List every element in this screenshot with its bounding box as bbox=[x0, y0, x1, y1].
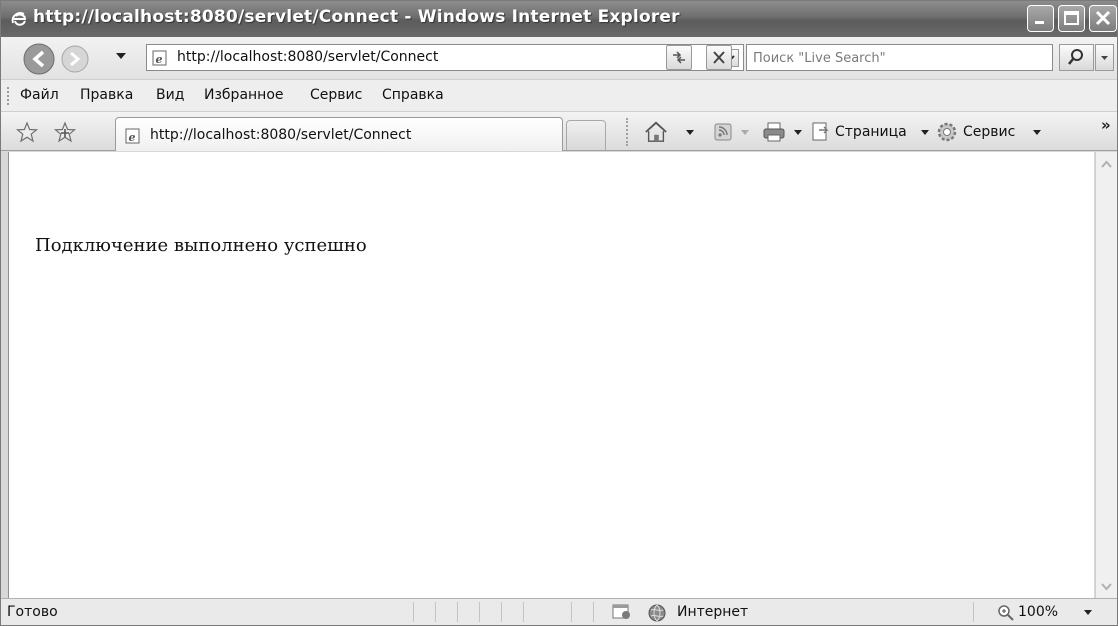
window-title: http://localhost:8080/servlet/Connect - … bbox=[33, 7, 680, 27]
ie-logo-icon bbox=[11, 12, 27, 26]
status-pane bbox=[501, 602, 502, 622]
forward-icon[interactable] bbox=[61, 45, 89, 73]
print-dropdown-icon[interactable] bbox=[794, 130, 802, 135]
page-menu-label[interactable]: Страница bbox=[835, 124, 907, 140]
stop-icon bbox=[713, 51, 725, 64]
scroll-up-icon[interactable] bbox=[1096, 154, 1117, 174]
refresh-button[interactable] bbox=[666, 45, 692, 70]
stop-button[interactable] bbox=[706, 45, 732, 70]
navigation-bar: e http://localhost:8080/servlet/Connect bbox=[1, 37, 1117, 79]
status-pane bbox=[435, 602, 436, 622]
browser-window: http://localhost:8080/servlet/Connect - … bbox=[0, 0, 1118, 626]
rss-icon[interactable] bbox=[713, 120, 735, 144]
menu-edit[interactable]: Правка bbox=[80, 87, 133, 103]
star-icon[interactable] bbox=[15, 121, 39, 143]
search-button[interactable] bbox=[1059, 44, 1094, 71]
gear-icon[interactable] bbox=[935, 120, 959, 144]
page-menu-icon[interactable] bbox=[809, 120, 833, 144]
maximize-button[interactable] bbox=[1058, 5, 1085, 32]
menu-view[interactable]: Вид bbox=[156, 87, 184, 103]
page-icon: e bbox=[125, 128, 140, 144]
menu-help[interactable]: Справка bbox=[382, 87, 444, 103]
back-icon[interactable] bbox=[23, 43, 55, 75]
address-url[interactable]: http://localhost:8080/servlet/Connect bbox=[177, 49, 438, 65]
favorites-bar: e http://localhost:8080/servlet/Connect bbox=[1, 111, 1117, 151]
close-button[interactable] bbox=[1089, 5, 1117, 32]
svg-text:e: e bbox=[156, 53, 163, 66]
status-pane bbox=[479, 602, 480, 622]
minimize-icon bbox=[1035, 21, 1044, 24]
status-pane bbox=[457, 602, 458, 622]
tools-menu-dropdown-icon[interactable] bbox=[1033, 130, 1041, 135]
globe-icon bbox=[648, 604, 666, 622]
recent-pages-dropdown-icon[interactable] bbox=[115, 51, 127, 61]
page-icon: e bbox=[152, 50, 167, 66]
zoom-dropdown-icon[interactable] bbox=[1084, 610, 1092, 615]
toolbar-overflow-icon[interactable]: » bbox=[1101, 116, 1111, 134]
scroll-down-icon[interactable] bbox=[1096, 576, 1117, 596]
search-options-button[interactable] bbox=[1095, 44, 1114, 71]
toolbar-separator bbox=[626, 118, 628, 146]
zoom-level[interactable]: 100% bbox=[1018, 604, 1058, 620]
add-favorite-icon[interactable] bbox=[51, 121, 79, 145]
rss-dropdown-icon[interactable] bbox=[741, 130, 749, 135]
refresh-icon bbox=[673, 51, 685, 64]
chevron-down-icon bbox=[1101, 56, 1108, 60]
toolbar-grip bbox=[7, 87, 12, 105]
status-bar: Готово Интернет 100% bbox=[1, 598, 1117, 625]
search-input[interactable] bbox=[751, 48, 1045, 69]
menu-favorites[interactable]: Избранное bbox=[204, 87, 284, 103]
title-bar: http://localhost:8080/servlet/Connect - … bbox=[1, 1, 1117, 37]
page-message: Подключение выполнено успешно bbox=[35, 235, 367, 256]
page-content: Подключение выполнено успешно bbox=[8, 152, 1094, 598]
maximize-icon bbox=[1064, 11, 1079, 25]
print-icon[interactable] bbox=[761, 120, 787, 144]
minimize-button[interactable] bbox=[1027, 5, 1054, 32]
tab-current-page[interactable]: e http://localhost:8080/servlet/Connect bbox=[115, 117, 563, 151]
menu-bar: Файл Правка Вид Избранное Сервис Справка bbox=[1, 79, 1117, 111]
status-text: Готово bbox=[7, 604, 58, 620]
svg-text:e: e bbox=[129, 131, 136, 144]
menu-tools[interactable]: Сервис bbox=[310, 87, 362, 103]
tools-menu-label[interactable]: Сервис bbox=[963, 124, 1015, 140]
status-pane bbox=[593, 602, 594, 622]
status-pane bbox=[973, 602, 974, 622]
menu-file[interactable]: Файл bbox=[20, 87, 59, 103]
close-icon bbox=[1095, 10, 1111, 26]
security-zone-label[interactable]: Интернет bbox=[677, 604, 748, 620]
search-box[interactable] bbox=[746, 44, 1053, 71]
address-bar[interactable]: e http://localhost:8080/servlet/Connect bbox=[146, 44, 744, 71]
search-icon bbox=[1068, 49, 1083, 65]
status-pane bbox=[571, 602, 572, 622]
zoom-icon[interactable] bbox=[997, 604, 1015, 622]
back-forward-group bbox=[23, 43, 89, 75]
tab-title: http://localhost:8080/servlet/Connect bbox=[150, 127, 412, 143]
status-pane bbox=[523, 602, 524, 622]
status-pane bbox=[413, 602, 414, 622]
page-menu-dropdown-icon[interactable] bbox=[921, 130, 929, 135]
home-icon[interactable] bbox=[641, 120, 671, 144]
vertical-scrollbar[interactable] bbox=[1095, 152, 1117, 598]
new-tab-button[interactable] bbox=[566, 120, 606, 150]
protected-mode-icon[interactable] bbox=[611, 603, 633, 621]
home-dropdown-icon[interactable] bbox=[686, 130, 694, 135]
